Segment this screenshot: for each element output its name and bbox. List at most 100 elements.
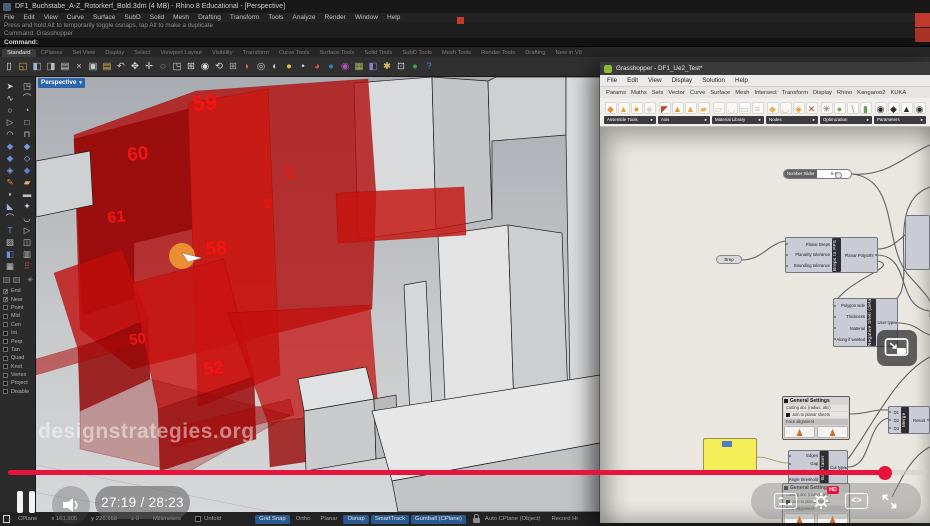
cut-icon[interactable]: × [73,60,85,73]
pointcloud-icon[interactable]: ⠿ [21,261,33,271]
pencil-icon[interactable]: ✎ [4,177,16,187]
menu-item-subd[interactable]: SubD [124,14,140,21]
subtitles-button[interactable] [774,493,797,509]
brep-param-component[interactable]: Brep [716,255,742,264]
gh-menu-item-edit[interactable]: Edit [627,77,638,84]
figure-icon[interactable]: ♟ [817,426,848,438]
blend-icon[interactable]: ⌒ [4,213,16,223]
gh-group-label[interactable]: Axis ▸ [658,116,710,124]
gh-tool-icon[interactable]: ◆ [604,101,617,114]
toolbar-tab-transform[interactable]: Transform [238,49,274,57]
status-item[interactable]: Auto CPlane (Object) [485,516,541,522]
gh-tab-mesh[interactable]: Mesh [735,90,749,96]
panel-row[interactable]: Cutting abc (radius: abc) [784,405,848,411]
gh-tab-transform[interactable]: Transform [782,90,808,96]
new-file-icon[interactable]: ▯ [3,60,15,73]
perspective-viewport[interactable]: 59 60 61 58 27 58 50 52 designstrategies.org [36,77,600,512]
status-toggle-smarttrack[interactable]: SmartTrack [370,514,410,524]
osnap-item-int[interactable]: Int [0,329,35,337]
gh-tab-display[interactable]: Display [813,90,832,96]
dimension-icon[interactable]: ▷ [21,225,33,235]
gh-tab-surface[interactable]: Surface [710,90,730,96]
open-folder-icon[interactable]: ◱ [17,60,29,73]
gh-tab-intersect[interactable]: Intersect [754,90,776,96]
shade-icon[interactable]: ◗ [241,60,253,73]
gh-tool-icon[interactable]: ◈ [643,101,656,114]
checkbox[interactable] [3,322,8,328]
lock-icon[interactable] [472,514,480,523]
mesh-grid-icon[interactable]: ▦ [4,261,16,271]
surface-icon[interactable]: ◫ [21,237,33,247]
point-tool-icon[interactable]: ▪ [4,189,16,199]
menu-item-mesh[interactable]: Mesh [173,14,189,21]
checkbox[interactable]: ✓ [3,297,8,303]
toolbar-tab-display[interactable]: Display [100,49,129,57]
gh-menu-item-solution[interactable]: Solution [702,77,725,84]
osnap-item-knot[interactable]: Knot [0,363,35,371]
gh-tab-rhino[interactable]: Rhino [837,90,852,96]
undo-icon[interactable]: ↶ [115,60,127,73]
checkbox[interactable]: ✓ [3,288,8,294]
pipe-icon[interactable]: ◈ [4,165,16,175]
help-icon[interactable]: ? [423,60,435,73]
checkbox[interactable] [786,413,790,417]
fillet-icon[interactable]: ◣ [4,201,16,211]
export-icon[interactable]: ◨ [45,60,57,73]
menu-item-edit[interactable]: Edit [23,14,34,21]
gh-tab-kangaroo2[interactable]: Kangaroo2 [857,90,885,96]
toolbar-tab-new-in-v8[interactable]: New in V8 [551,49,587,57]
box-icon[interactable]: ◆ [4,141,16,151]
rhino-titlebar[interactable]: DF1_Buchstabe_A-Z_Rotorkerf_Bold.3dm (4 … [0,0,930,13]
checkbox[interactable] [3,389,8,395]
grid-icon[interactable]: ▦ [353,60,365,73]
checkbox[interactable] [3,305,8,311]
gh-tab-vector[interactable]: Vector [668,90,684,96]
print-icon[interactable]: ▤ [59,60,71,73]
named-view-icon[interactable]: ⊡ [395,60,407,73]
gh-tool-icon[interactable]: ◉ [874,101,887,114]
menu-item-render[interactable]: Render [325,14,346,21]
progress-scrubber[interactable] [878,465,893,480]
checkbox[interactable] [3,347,8,353]
menu-item-help[interactable]: Help [387,14,400,21]
lasso-icon[interactable]: ◳ [21,81,33,91]
pip-button[interactable] [877,330,917,366]
copy-icon[interactable]: ▣ [87,60,99,73]
pause-button[interactable] [17,491,43,517]
zoom-extents-icon[interactable]: ⊞ [185,60,197,73]
pan-hand-icon[interactable]: ✥ [129,60,141,73]
select-arrow-icon[interactable]: ➤ [4,81,16,91]
toolbar-tab-mesh-tools[interactable]: Mesh Tools [437,49,476,57]
gh-tool-icon[interactable]: ◉ [913,101,926,114]
toolbar-tab-viewport-layout[interactable]: Viewport Layout [155,49,206,57]
toolbar-tab-drafting[interactable]: Drafting [520,49,550,57]
circle-icon[interactable]: ○ [4,105,16,115]
menu-item-solid[interactable]: Solid [150,14,164,21]
viewport-title-badge[interactable]: Perspective ▾ [38,78,85,88]
embed-button[interactable]: <> [845,493,868,509]
menu-item-surface[interactable]: Surface [93,14,115,21]
extrude-icon[interactable]: ◆ [21,165,33,175]
settings-button[interactable]: HD [810,486,839,511]
viewport-layout-icon[interactable]: ⊞ [227,60,239,73]
gh-menu-item-display[interactable]: Display [672,77,693,84]
gh-group-label[interactable]: Material Library ▸ [712,116,764,124]
menu-item-file[interactable]: File [4,14,14,21]
paste-icon[interactable]: ▤ [101,60,113,73]
toolbar-tab-set-view[interactable]: Set View [67,49,100,57]
progress-track[interactable] [8,465,922,480]
grasshopper-titlebar[interactable]: Grasshopper - DF1_Ue2_Test* [600,62,930,75]
toolbar-tab-solid-tools[interactable]: Solid Tools [359,49,397,57]
gh-group-label[interactable]: Optimization ▸ [820,116,872,124]
status-toggle-planar[interactable]: Planar [316,515,341,524]
menu-item-tools[interactable]: Tools [268,14,283,21]
status-toggle-grid-snap[interactable]: Grid Snap [255,514,290,524]
slider-value[interactable]: 5.0 [817,170,851,178]
checkbox[interactable] [3,355,8,361]
osnap-item-project[interactable]: Project [0,379,35,387]
base-laser-component[interactable]: EdgesGapToleranceAngle threshold Base la… [788,450,848,485]
loft-icon[interactable]: ◧ [4,249,16,259]
earth-icon[interactable]: ● [409,60,421,73]
zoom-window-icon[interactable]: ◳ [171,60,183,73]
gh-tool-icon[interactable]: ✳ [820,101,833,114]
